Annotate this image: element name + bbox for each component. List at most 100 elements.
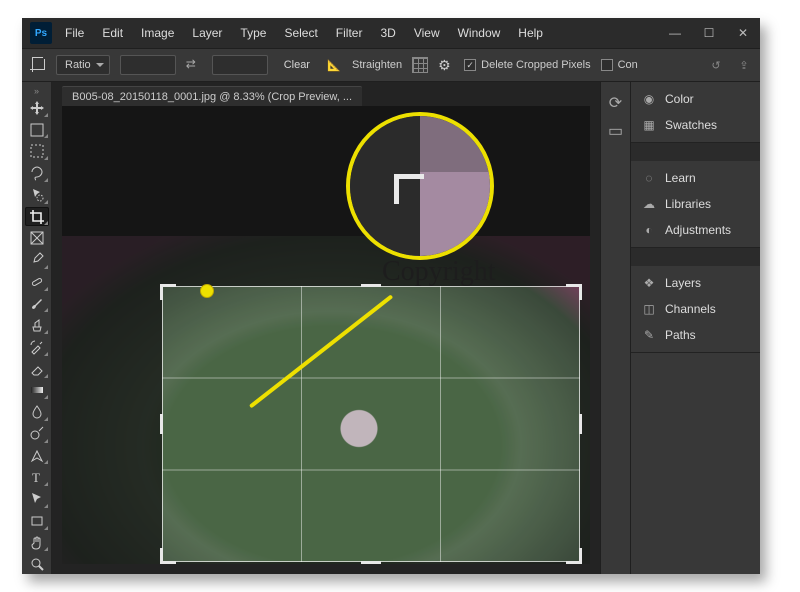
aspect-ratio-select[interactable]: Ratio (56, 55, 110, 75)
tools-panel: » T (22, 82, 52, 574)
tool-frame[interactable] (25, 228, 49, 248)
panel-color[interactable]: ◉ Color (631, 86, 760, 112)
content-aware-checkbox[interactable]: Con (601, 59, 638, 71)
menu-image[interactable]: Image (138, 24, 177, 42)
minimize-button[interactable]: — (658, 18, 692, 48)
panel-swatches[interactable]: ▦ Swatches (631, 112, 760, 138)
crop-handle-bottom-right[interactable] (566, 548, 582, 564)
document-area: B005-08_20150118_0001.jpg @ 8.33% (Crop … (52, 82, 600, 574)
panel-channels[interactable]: ◫ Channels (631, 296, 760, 322)
toolbar-collapse-icon[interactable]: » (22, 86, 51, 96)
crop-handle-top-left[interactable] (160, 284, 176, 300)
panel-label: Layers (665, 276, 701, 290)
menu-file[interactable]: File (62, 24, 87, 42)
properties-icon[interactable]: ▭ (607, 122, 625, 140)
tool-move[interactable] (25, 98, 49, 118)
channels-icon: ◫ (641, 301, 657, 317)
straighten-icon[interactable]: 📐 (326, 57, 342, 73)
menu-window[interactable]: Window (455, 24, 504, 42)
tool-marquee[interactable] (25, 141, 49, 161)
tool-brush[interactable] (25, 294, 49, 314)
tool-quick-select[interactable] (25, 185, 49, 205)
menubar: Ps File Edit Image Layer Type Select Fil… (22, 18, 760, 48)
history-icon[interactable]: ⟳ (607, 94, 625, 112)
tool-artboard[interactable] (25, 120, 49, 140)
collapsed-panel-strip: ⟳ ▭ (600, 82, 630, 574)
share-icon[interactable]: ⇪ (736, 57, 752, 73)
crop-dim-top (62, 106, 590, 286)
crop-handle-bottom[interactable] (361, 561, 381, 564)
tool-dodge[interactable] (25, 424, 49, 444)
panel-label: Paths (665, 328, 696, 342)
app-window: Ps File Edit Image Layer Type Select Fil… (22, 18, 760, 574)
tool-history-brush[interactable] (25, 337, 49, 357)
checkbox-checked-icon: ✓ (464, 59, 476, 71)
panel-adjustments[interactable]: ◐ Adjustments (631, 217, 760, 243)
crop-handle-left[interactable] (160, 414, 163, 434)
tool-eyedropper[interactable] (25, 250, 49, 270)
tool-lasso[interactable] (25, 163, 49, 183)
panel-layers[interactable]: ❖ Layers (631, 270, 760, 296)
magnified-crop-corner-icon (394, 174, 424, 204)
tool-rectangle[interactable] (25, 511, 49, 531)
tool-type[interactable]: T (25, 467, 49, 487)
panel-label: Color (665, 92, 694, 106)
svg-text:T: T (32, 470, 40, 485)
tool-path-select[interactable] (25, 489, 49, 509)
menu-help[interactable]: Help (515, 24, 546, 42)
panel-label: Swatches (665, 118, 717, 132)
menu-select[interactable]: Select (281, 24, 320, 42)
width-input[interactable] (120, 55, 176, 75)
tool-zoom[interactable] (25, 554, 49, 574)
height-input[interactable] (212, 55, 268, 75)
panel-label: Channels (665, 302, 716, 316)
panel-paths[interactable]: ✎ Paths (631, 322, 760, 348)
document-tab[interactable]: B005-08_20150118_0001.jpg @ 8.33% (Crop … (62, 86, 362, 107)
menu-3d[interactable]: 3D (377, 24, 398, 42)
crop-dim-left (62, 286, 162, 562)
paths-icon: ✎ (641, 327, 657, 343)
tool-gradient[interactable] (25, 381, 49, 401)
menu-view[interactable]: View (411, 24, 443, 42)
close-button[interactable]: ✕ (726, 18, 760, 48)
menu-edit[interactable]: Edit (99, 24, 126, 42)
delete-cropped-checkbox[interactable]: ✓ Delete Cropped Pixels (464, 59, 590, 71)
crop-dim-bottom (62, 562, 590, 564)
panel-label: Adjustments (665, 223, 731, 237)
crop-handle-top[interactable] (361, 284, 381, 287)
reset-icon[interactable]: ↺ (708, 57, 724, 73)
crop-handle-bottom-left[interactable] (160, 548, 176, 564)
swap-dimensions-icon[interactable] (186, 57, 202, 73)
tool-clone[interactable] (25, 315, 49, 335)
adjust-icon: ◐ (641, 222, 657, 238)
crop-settings-icon[interactable] (438, 57, 454, 73)
straighten-label[interactable]: Straighten (352, 59, 402, 71)
swatches-icon: ▦ (641, 117, 657, 133)
overlay-grid-icon[interactable] (412, 57, 428, 73)
tool-hand[interactable] (25, 533, 49, 553)
panel-learn[interactable]: ◌Learn (631, 165, 760, 191)
menu-type[interactable]: Type (237, 24, 269, 42)
crop-handle-top-right[interactable] (566, 284, 582, 300)
annotation-dot (200, 284, 214, 298)
tool-healing[interactable] (25, 272, 49, 292)
panel-label: Learn (665, 171, 696, 185)
crop-box[interactable] (162, 286, 580, 562)
tool-crop[interactable] (25, 207, 49, 227)
maximize-button[interactable]: ☐ (692, 18, 726, 48)
menu-filter[interactable]: Filter (333, 24, 366, 42)
panel-libraries[interactable]: ☁Libraries (631, 191, 760, 217)
app-logo-icon: Ps (30, 22, 52, 44)
layers-icon: ❖ (641, 275, 657, 291)
panels-column: ◉ Color ▦ Swatches ◌Learn ☁Libraries ◐ Adju… (630, 82, 760, 574)
tool-blur[interactable] (25, 402, 49, 422)
crop-tool-icon (30, 57, 46, 73)
tool-eraser[interactable] (25, 359, 49, 379)
menu-layer[interactable]: Layer (189, 24, 225, 42)
clear-button[interactable]: Clear (278, 56, 316, 74)
annotation-magnifier (346, 112, 494, 260)
color-wheel-icon: ◉ (641, 91, 657, 107)
canvas[interactable]: Copyright (62, 106, 590, 564)
crop-handle-right[interactable] (579, 414, 582, 434)
tool-pen[interactable] (25, 446, 49, 466)
